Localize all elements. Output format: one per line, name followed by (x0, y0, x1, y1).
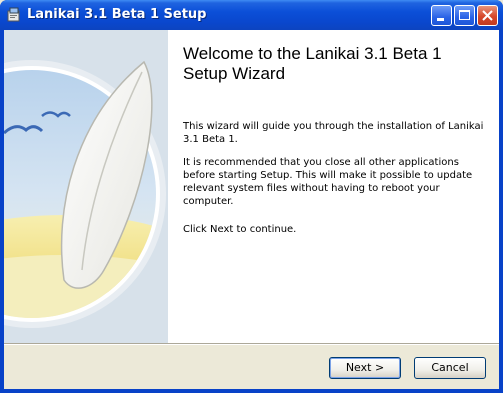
page-title: Welcome to the Lanikai 3.1 Beta 1 Setup … (183, 44, 442, 83)
recommendation-paragraph: It is recommended that you close all oth… (183, 157, 473, 207)
maximize-button[interactable] (454, 5, 475, 26)
minimize-button[interactable] (431, 5, 452, 26)
cancel-button[interactable]: Cancel (414, 357, 486, 379)
next-button[interactable]: Next > (329, 357, 401, 379)
window-title: Lanikai 3.1 Beta 1 Setup (27, 7, 207, 22)
close-button[interactable] (477, 5, 498, 26)
surfboard-banner-image (4, 30, 168, 343)
maximize-icon (459, 10, 470, 20)
setup-window: Lanikai 3.1 Beta 1 Setup Welcome to the … (0, 0, 503, 393)
continue-instruction: Click Next to continue. (183, 224, 297, 235)
close-icon (482, 10, 493, 21)
banner-panel (4, 30, 168, 343)
minimize-icon (437, 18, 444, 21)
title-bar[interactable]: Lanikai 3.1 Beta 1 Setup (0, 0, 503, 30)
button-area-divider (4, 343, 499, 345)
wizard-content: Welcome to the Lanikai 3.1 Beta 1 Setup … (168, 30, 499, 343)
client-area: Welcome to the Lanikai 3.1 Beta 1 Setup … (4, 30, 499, 389)
installer-app-icon (7, 7, 20, 22)
intro-paragraph: This wizard will guide you through the i… (183, 121, 484, 145)
